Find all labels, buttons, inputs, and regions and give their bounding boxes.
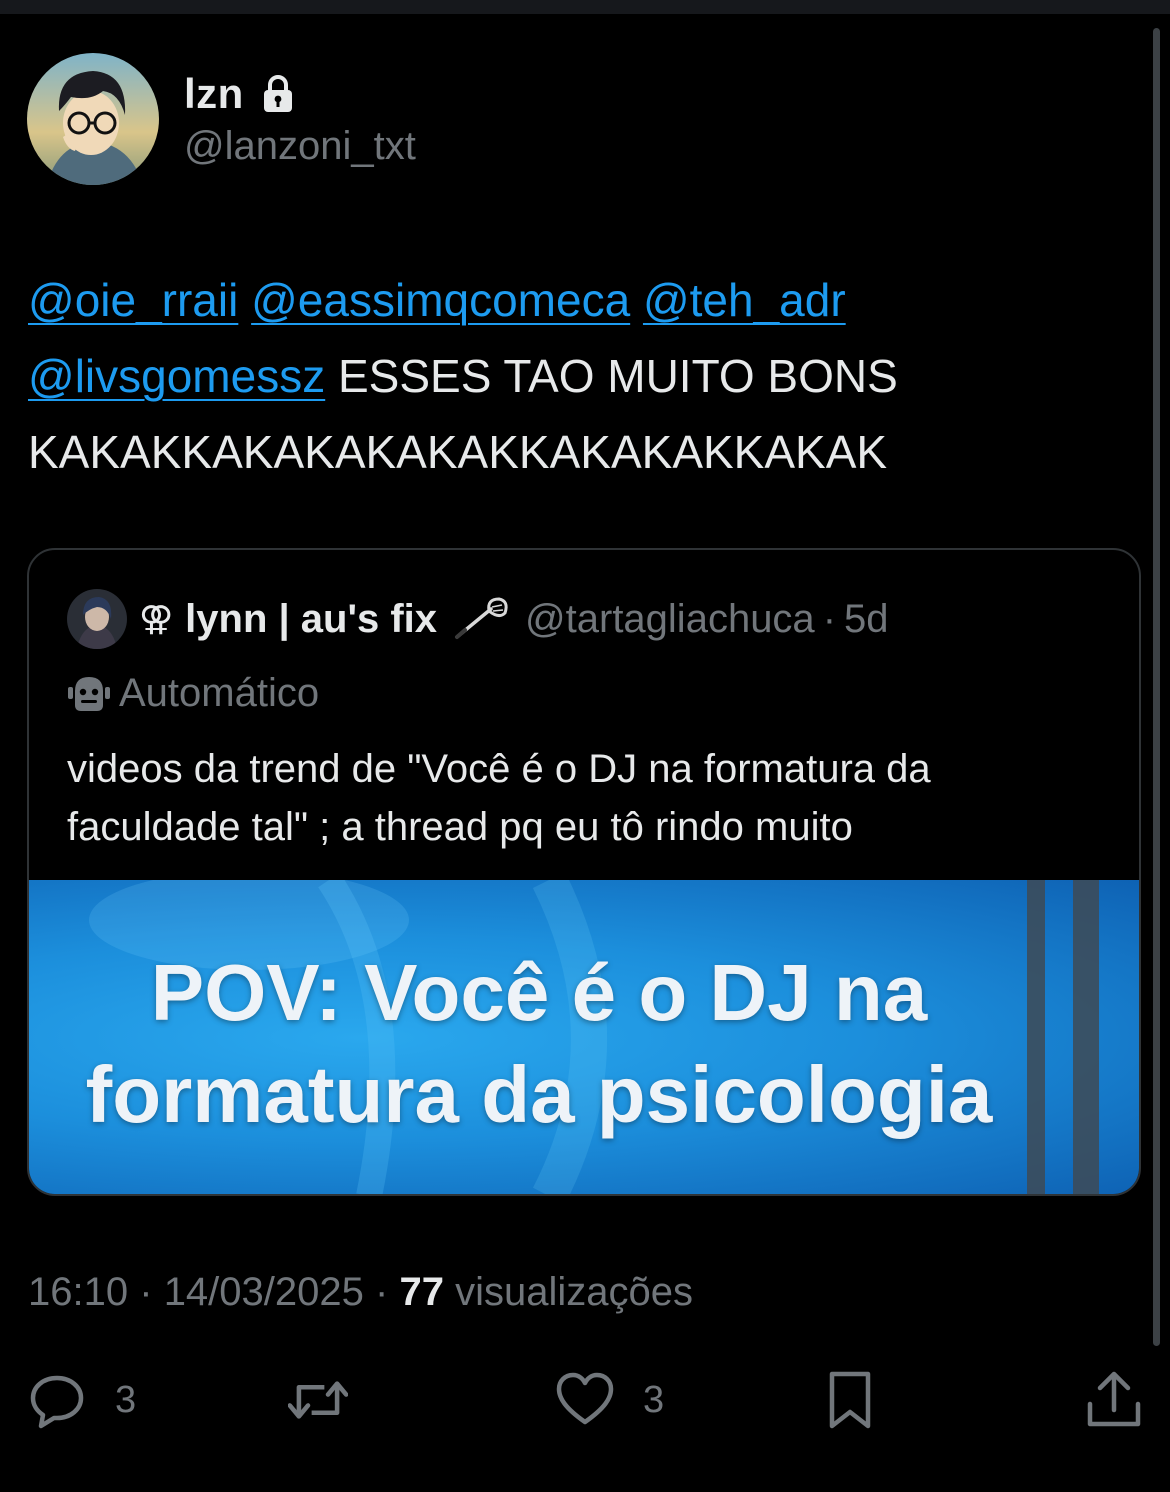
mention-link[interactable]: @livsgomessz xyxy=(28,350,325,402)
separator-dot: · xyxy=(139,1270,153,1314)
tweet-line-2: @livsgomessz ESSES TAO MUITO BONS xyxy=(28,338,1128,414)
tweet-time[interactable]: 16:10 xyxy=(28,1270,128,1314)
tweet-text: @oie_rraii @eassimqcomeca @teh_adr @livs… xyxy=(28,262,1128,490)
quote-symbol: ⚢ xyxy=(139,599,174,639)
robot-icon xyxy=(68,677,110,711)
author-display-name[interactable]: lzn xyxy=(184,70,244,118)
bookmark-button[interactable] xyxy=(820,1360,880,1440)
separator-dot: · xyxy=(822,596,837,641)
quote-author-name[interactable]: lynn | au's fix xyxy=(185,597,437,642)
reply-button[interactable]: 3 xyxy=(27,1360,136,1440)
author-handle[interactable]: @lanzoni_txt xyxy=(184,124,416,169)
quote-timestamp[interactable]: 5d xyxy=(844,597,889,642)
media-caption-line-2: formatura da psicologia xyxy=(85,1050,993,1139)
tweet-text-segment: ESSES TAO MUITO BONS xyxy=(337,350,898,402)
repost-button[interactable] xyxy=(288,1360,348,1440)
stage-truss xyxy=(1073,880,1099,1194)
mention-link[interactable]: @teh_adr xyxy=(643,274,846,326)
share-icon xyxy=(1087,1371,1141,1427)
scrollbar[interactable] xyxy=(1153,28,1160,1346)
reply-count: 3 xyxy=(115,1378,137,1421)
lacrosse-stick-icon xyxy=(455,597,508,639)
quote-header: ⚢ lynn | au's fix @tartagliachuca · 5d xyxy=(67,588,889,650)
mention-link[interactable]: @eassimqcomeca xyxy=(251,274,630,326)
like-button[interactable]: 3 xyxy=(555,1360,664,1440)
quote-author-handle[interactable]: @tartagliachuca xyxy=(525,597,815,642)
action-bar: 3 3 xyxy=(0,1360,1170,1440)
author-avatar[interactable] xyxy=(27,53,159,185)
media-caption-line-1: POV: Você é o DJ na xyxy=(150,948,928,1037)
author-name-row[interactable]: lzn xyxy=(184,66,294,122)
quote-author-avatar[interactable] xyxy=(67,589,127,649)
automated-label: Automático xyxy=(119,670,320,715)
tweet-line-1: @oie_rraii @eassimqcomeca @teh_adr xyxy=(28,262,1128,338)
views-label: visualizações xyxy=(455,1270,693,1314)
top-bar xyxy=(0,0,1170,14)
quoted-tweet[interactable]: ⚢ lynn | au's fix @tartagliachuca · 5d A… xyxy=(27,548,1141,1196)
share-button[interactable] xyxy=(1084,1360,1144,1440)
quote-text: videos da trend de "Você é o DJ na forma… xyxy=(67,747,931,849)
like-count: 3 xyxy=(643,1378,665,1421)
heart-icon xyxy=(556,1372,614,1425)
mention-link[interactable]: @oie_rraii xyxy=(28,274,238,326)
media-caption: POV: Você é o DJ na formatura da psicolo… xyxy=(29,942,1049,1146)
quote-media-image[interactable]: POV: Você é o DJ na formatura da psicolo… xyxy=(29,880,1139,1194)
reply-icon xyxy=(30,1375,84,1429)
lock-icon xyxy=(263,75,292,112)
tweet-date[interactable]: 14/03/2025 xyxy=(164,1270,364,1314)
separator-dot: · xyxy=(375,1270,389,1314)
automated-label-row: Automático xyxy=(67,668,319,718)
views-count: 77 xyxy=(399,1270,444,1314)
bookmark-icon xyxy=(829,1371,871,1429)
tweet-line-3: KAKAKKAKAKAKAKAKKAKAKAKKAKAK xyxy=(28,426,888,478)
tweet-meta: 16:10 · 14/03/2025 · 77 visualizações xyxy=(28,1270,693,1315)
repost-icon xyxy=(288,1381,348,1419)
